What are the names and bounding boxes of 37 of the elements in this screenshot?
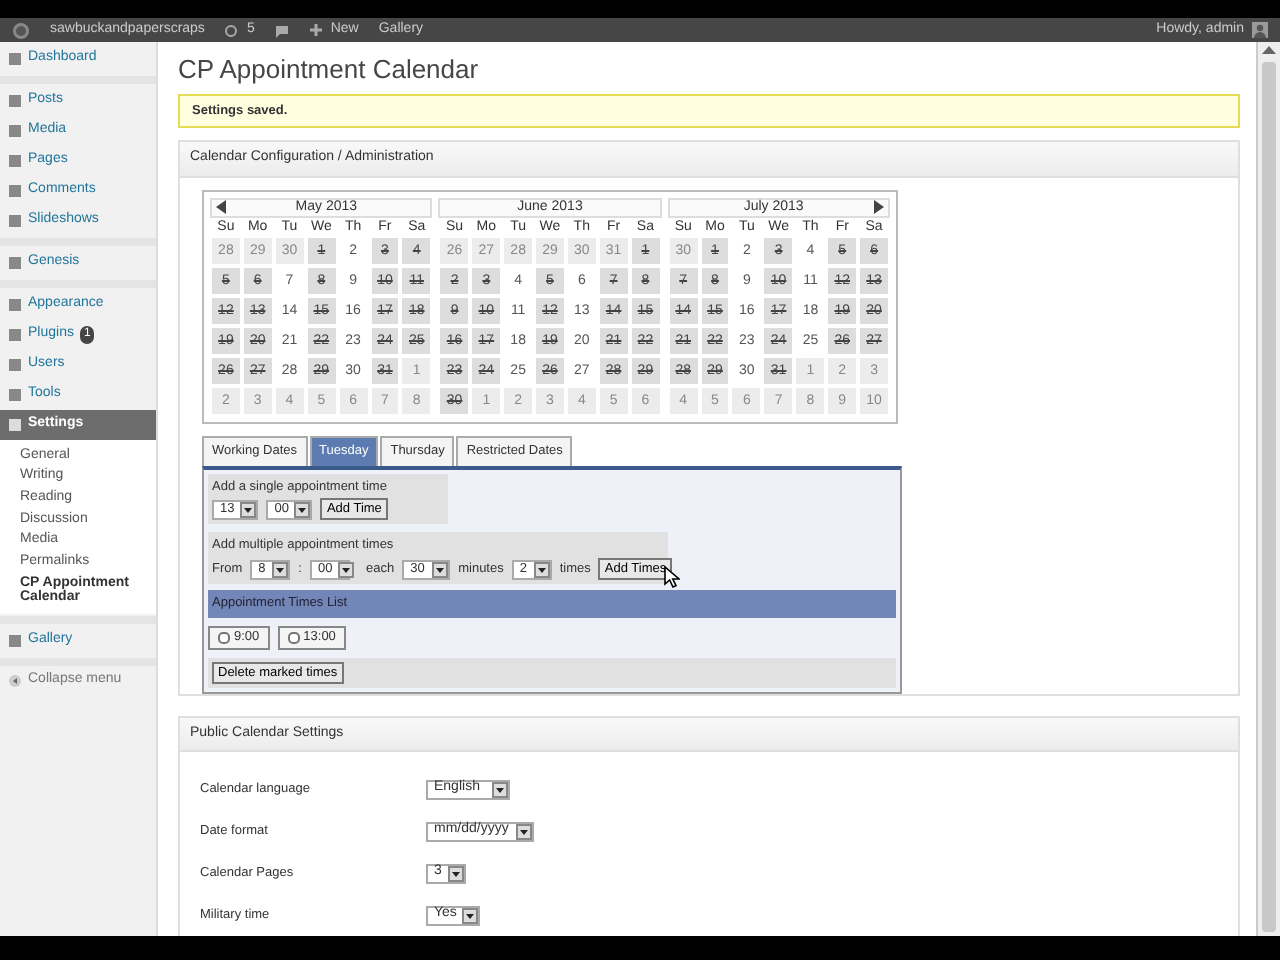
dropdown-icon[interactable]	[432, 561, 449, 578]
avatar-icon[interactable]	[1252, 22, 1268, 38]
scroll-thumb[interactable]	[1262, 62, 1276, 932]
dropdown-icon[interactable]	[533, 561, 550, 578]
dropdown-icon[interactable]	[240, 501, 257, 518]
comment-icon[interactable]	[274, 23, 291, 37]
refresh-icon[interactable]	[224, 23, 239, 37]
square-icon	[8, 214, 22, 228]
dropdown-icon[interactable]	[492, 781, 508, 798]
checkbox[interactable]	[218, 631, 230, 644]
dropdown-icon[interactable]	[462, 907, 479, 924]
next-arrow-icon[interactable]	[873, 200, 884, 215]
square-icon	[8, 633, 22, 647]
plus-icon[interactable]	[310, 24, 323, 36]
square-icon	[8, 298, 22, 312]
square-icon	[8, 52, 22, 66]
checkbox[interactable]	[287, 631, 300, 644]
square-icon	[8, 328, 22, 342]
square-icon	[8, 256, 22, 270]
logo-icon[interactable]	[12, 21, 30, 39]
prev-arrow-icon[interactable]	[216, 200, 226, 215]
cursor-icon	[664, 566, 681, 589]
square-icon	[8, 358, 22, 372]
dropdown-icon[interactable]	[516, 823, 532, 840]
page-title: CP Appointment Calendar	[178, 54, 481, 86]
square-icon	[8, 418, 22, 432]
square-icon	[8, 94, 22, 108]
scrollbar[interactable]	[1256, 42, 1280, 936]
square-icon	[8, 124, 22, 138]
dropdown-icon[interactable]	[294, 501, 311, 518]
square-icon	[8, 154, 22, 168]
dropdown-icon[interactable]	[272, 561, 289, 578]
square-icon	[8, 184, 22, 198]
dropdown-icon[interactable]	[338, 561, 355, 578]
collapse-icon	[8, 673, 22, 687]
dropdown-icon[interactable]	[447, 865, 464, 882]
square-icon	[8, 388, 22, 402]
